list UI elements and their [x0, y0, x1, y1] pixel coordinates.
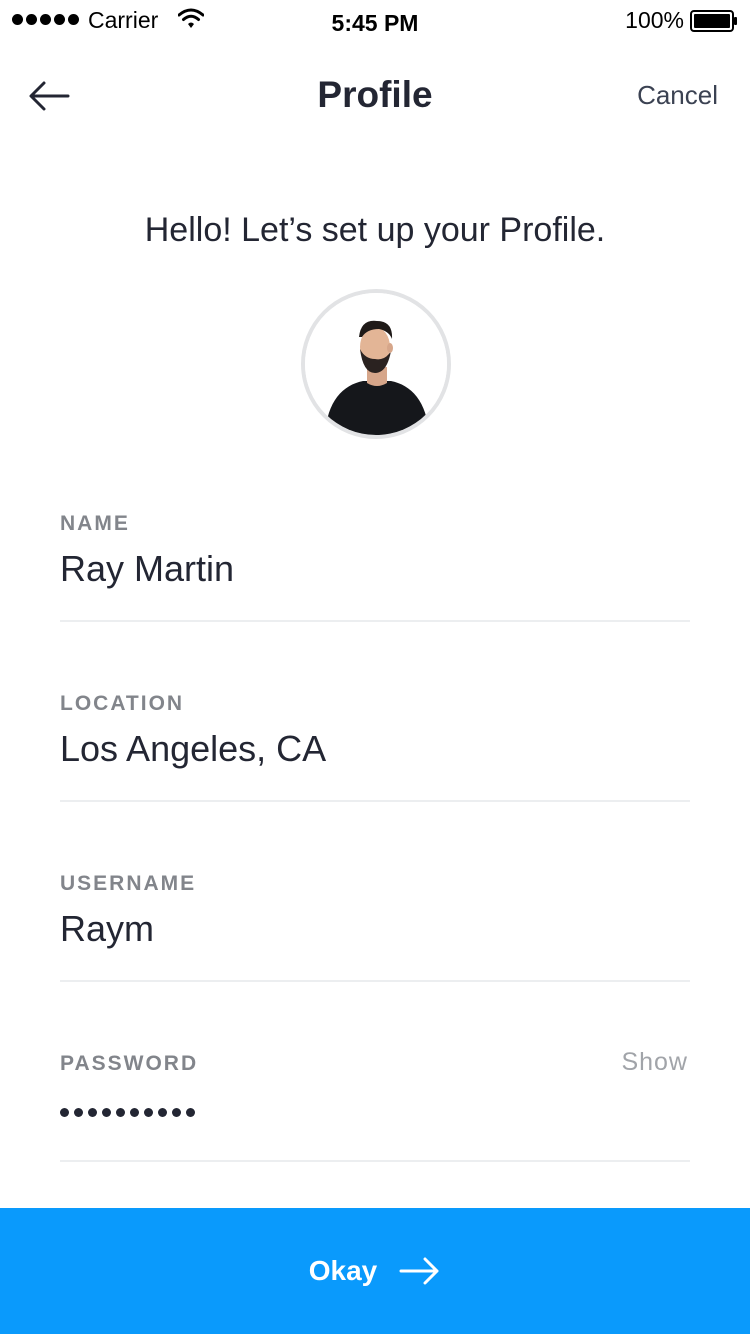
name-field: NAME [60, 512, 690, 622]
password-dot [144, 1108, 153, 1117]
show-password-button[interactable]: Show [621, 1048, 688, 1077]
password-dot [74, 1108, 83, 1117]
back-button[interactable] [26, 76, 74, 116]
password-dot [88, 1108, 97, 1117]
okay-label: Okay [308, 1255, 378, 1286]
location-input[interactable] [60, 728, 690, 770]
okay-button[interactable]: Okay [0, 1208, 750, 1334]
password-label: PASSWORD [60, 1052, 199, 1075]
username-label: USERNAME [60, 872, 197, 895]
arrow-left-icon [29, 81, 70, 111]
status-bar: Carrier 5:45 PM 100% [0, 0, 750, 40]
battery-percentage: 100% [625, 7, 684, 33]
password-dot [130, 1108, 139, 1117]
password-dot [186, 1108, 195, 1117]
password-field: PASSWORD Show [60, 1048, 690, 1162]
name-label: NAME [60, 512, 130, 535]
profile-photo [305, 293, 447, 435]
username-input[interactable] [60, 908, 690, 950]
arrow-right-icon [399, 1257, 439, 1285]
location-field: LOCATION [60, 692, 690, 802]
password-input[interactable] [60, 1108, 195, 1117]
greeting-text: Hello! Let’s set up your Profile. [144, 211, 606, 249]
password-dot [60, 1108, 69, 1117]
password-dot [102, 1108, 111, 1117]
battery-icon [690, 10, 737, 32]
name-input[interactable] [60, 548, 690, 590]
username-field: USERNAME [60, 872, 690, 982]
password-dot [116, 1108, 125, 1117]
password-dot [172, 1108, 181, 1117]
password-dot [158, 1108, 167, 1117]
cancel-button[interactable]: Cancel [637, 80, 718, 111]
avatar[interactable] [301, 289, 451, 439]
profile-screen: Carrier 5:45 PM 100% Profile Cancel Hell… [0, 0, 750, 1334]
location-label: LOCATION [60, 692, 185, 715]
